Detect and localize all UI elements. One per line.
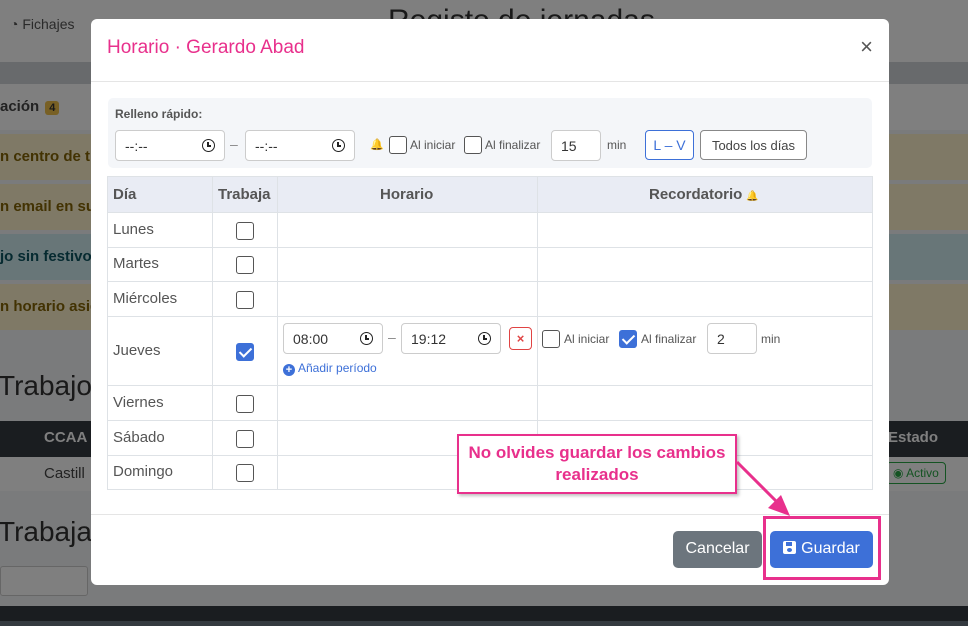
annotation-arrow: [735, 460, 790, 516]
